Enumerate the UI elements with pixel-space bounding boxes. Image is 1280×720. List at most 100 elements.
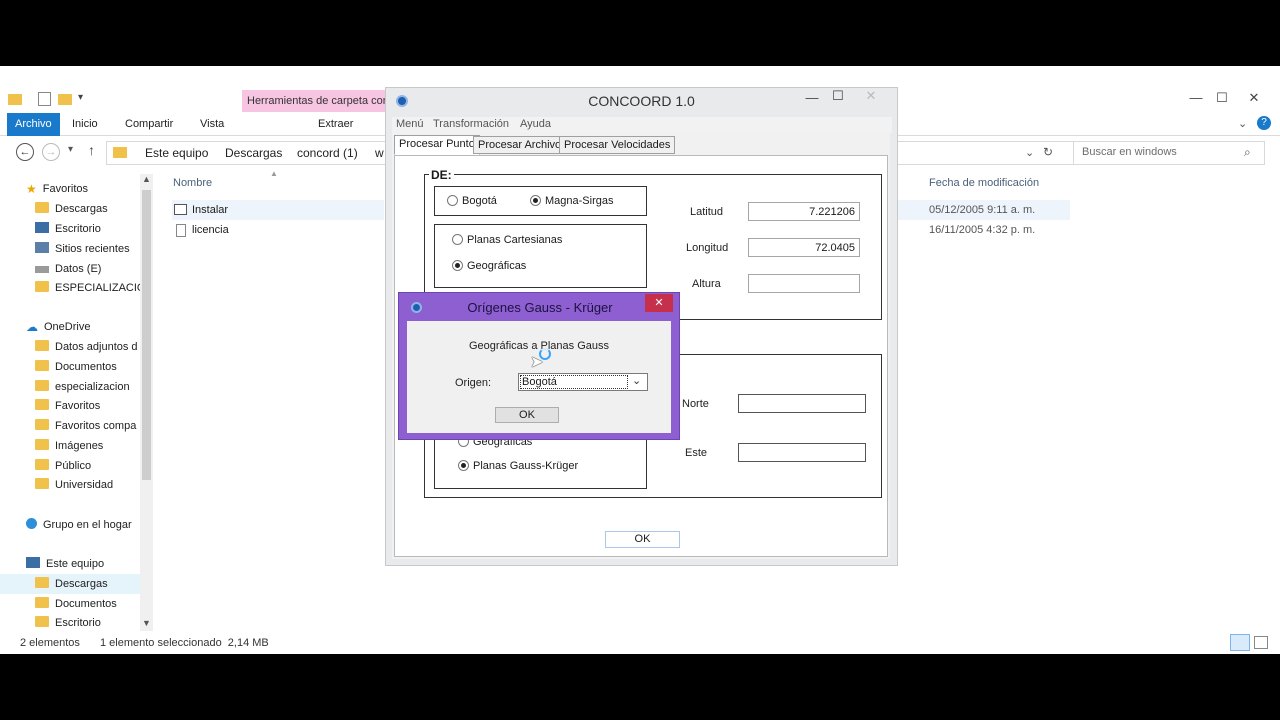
column-header-date[interactable]: Fecha de modificación [929,177,1039,189]
nav-scrollbar[interactable]: ▲ ▼ [140,174,153,631]
tab-procesar-archivo[interactable]: Procesar Archivo [473,136,567,154]
recent-locations-icon[interactable]: ▾ [68,144,73,155]
origin-select[interactable]: Bogotá ⌄ [518,373,648,391]
file-row-instalar[interactable]: Instalar [172,200,384,220]
back-icon[interactable]: ← [16,143,34,161]
chevron-down-icon[interactable]: ⌄ [632,374,641,387]
breadcrumb-descargas[interactable]: Descargas [225,146,282,160]
longitud-input[interactable]: 72.0405 [748,238,860,257]
tab-archivo[interactable]: Archivo [7,113,60,136]
chevron-down-icon[interactable]: ⌄ [1025,146,1034,159]
expand-ribbon-icon[interactable]: ⌄ [1238,117,1247,130]
radio-bogota[interactable]: Bogotá [447,195,497,207]
file-row-licencia[interactable]: licencia [172,220,384,240]
tab-procesar-punto[interactable]: Procesar Punto [394,135,480,155]
nav-od-item[interactable]: Datos adjuntos d [0,337,140,357]
drive-icon [35,266,49,273]
file-date: 05/12/2005 9:11 a. m. [929,204,1036,216]
forward-icon[interactable]: → [42,143,60,161]
ok-button[interactable]: OK [605,531,680,548]
large-icons-view-icon[interactable] [1254,636,1268,649]
nav-od-item[interactable]: especializacion [0,377,140,397]
customize-toolbar-icon[interactable]: ▾ [78,92,83,103]
menu-transformacion[interactable]: Transformación [433,118,509,130]
close-icon[interactable]: ✕ [645,294,673,312]
folder-icon [35,202,49,213]
menu-ayuda[interactable]: Ayuda [520,118,551,130]
radio-geograficas[interactable]: Geográficas [452,260,526,272]
minimize-icon[interactable]: — [1184,88,1208,108]
nav-od-item[interactable]: Público [0,456,140,476]
breadcrumb-este-equipo[interactable]: Este equipo [145,146,208,160]
status-count: 2 elementos [20,637,80,649]
nav-onedrive[interactable]: ☁ OneDrive [0,317,140,337]
este-label: Este [685,447,708,459]
menu-menu[interactable]: Menú [396,118,424,130]
nav-favorites[interactable]: ★ Favoritos [0,179,140,199]
folder-icon [35,360,49,371]
norte-output[interactable] [738,394,866,413]
nav-pc-documentos[interactable]: Documentos [0,594,140,614]
tab-inicio[interactable]: Inicio [64,113,106,136]
longitud-label: Longitud [686,242,729,254]
maximize-icon[interactable]: ☐ [1210,88,1234,108]
up-icon[interactable]: ↑ [88,142,95,158]
properties-icon[interactable] [38,92,51,106]
scroll-thumb[interactable] [142,190,151,480]
nav-od-item[interactable]: Favoritos [0,396,140,416]
altura-input[interactable] [748,274,860,293]
nav-pc-escritorio[interactable]: Escritorio [0,613,140,631]
file-date: 16/11/2005 4:32 p. m. [929,224,1036,236]
nav-homegroup[interactable]: Grupo en el hogar [0,515,140,535]
nav-fav-recientes[interactable]: Sitios recientes [0,239,140,259]
datum-group: Bogotá Magna-Sirgas [434,186,647,216]
nav-fav-escritorio[interactable]: Escritorio [0,219,140,239]
file-row-instalar-date[interactable]: 05/12/2005 9:11 a. m. [898,200,1070,220]
minimize-icon[interactable]: — [800,88,824,108]
context-tab-folder-tools[interactable]: Herramientas de carpeta con [242,90,388,112]
scroll-up-icon[interactable]: ▲ [142,174,151,184]
radio-out-gauss-kruger[interactable]: Planas Gauss-Krüger [458,460,578,472]
nav-fav-especializacio[interactable]: ESPECIALIZACIO [0,278,140,298]
file-name: Instalar [192,204,229,216]
nav-od-item[interactable]: Documentos [0,357,140,377]
latitud-input[interactable]: 7.221206 [748,202,860,221]
folder-icon [35,478,49,489]
scroll-down-icon[interactable]: ▼ [142,618,151,628]
tab-extraer[interactable]: Extraer [310,113,361,136]
tab-procesar-velocidades[interactable]: Procesar Velocidades [559,136,676,154]
nav-od-item[interactable]: Universidad [0,475,140,495]
star-icon: ★ [26,182,37,196]
close-icon[interactable]: ✕ [1242,88,1266,108]
details-view-icon[interactable] [1230,634,1250,651]
nav-fav-descargas[interactable]: Descargas [0,199,140,219]
nav-fav-datos[interactable]: Datos (E) [0,259,140,279]
refresh-icon[interactable]: ↻ [1043,145,1053,159]
maximize-icon[interactable]: ☐ [826,86,850,106]
search-icon: ⌕ [1244,145,1251,159]
close-icon[interactable]: ✕ [854,86,888,106]
radio-planas-cartesianas[interactable]: Planas Cartesianas [452,234,562,246]
search-input[interactable]: Buscar en windows [1073,141,1265,165]
new-folder-icon[interactable] [58,94,72,105]
status-bar: 2 elementos 1 elemento seleccionado 2,14… [0,632,1280,654]
folder-icon [35,399,49,410]
tab-vista[interactable]: Vista [192,113,232,136]
concoord-menubar: Menú Transformación Ayuda [392,117,892,133]
breadcrumb-w[interactable]: w [375,146,384,160]
nav-thispc[interactable]: Este equipo [0,554,140,574]
dialog-title: Orígenes Gauss - Krüger [467,300,613,315]
column-header-name[interactable]: Nombre [173,177,212,189]
folder-icon [35,340,49,351]
nav-pc-descargas[interactable]: Descargas [0,574,140,594]
help-icon[interactable]: ? [1257,116,1271,130]
tab-compartir[interactable]: Compartir [117,113,181,136]
nav-od-item[interactable]: Imágenes [0,436,140,456]
dialog-ok-button[interactable]: OK [495,407,559,423]
este-output[interactable] [738,443,866,462]
radio-magna-sirgas[interactable]: Magna-Sirgas [530,195,613,207]
nav-od-item[interactable]: Favoritos compa [0,416,140,436]
file-row-licencia-date[interactable]: 16/11/2005 4:32 p. m. [898,220,1070,240]
homegroup-icon [26,518,37,529]
breadcrumb-concord[interactable]: concord (1) [297,146,358,160]
